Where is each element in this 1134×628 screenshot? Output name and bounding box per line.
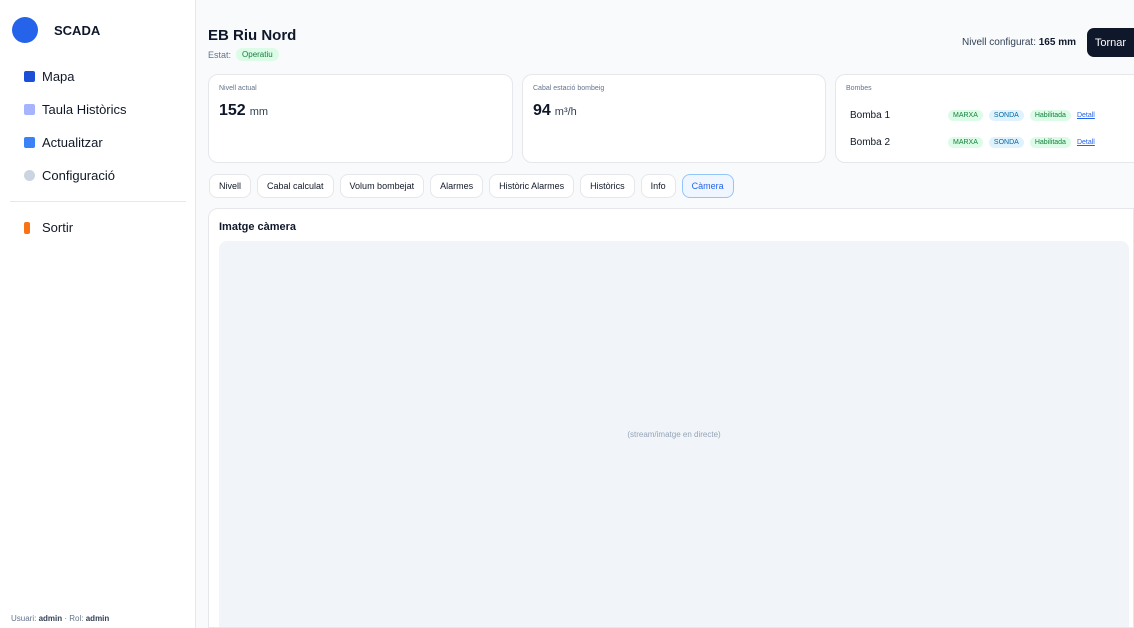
sidebar: SCADA Mapa Taula Històrics Actualitzar C… — [0, 0, 196, 628]
nivell-value: 152 — [219, 102, 246, 119]
sonda-badge: SONDA — [988, 109, 1024, 121]
page-title: EB Riu Nord — [208, 27, 297, 44]
cabal-unit: m³/h — [554, 106, 577, 118]
tab-volum-bombejat[interactable]: Volum bombejat — [339, 174, 425, 198]
sidebar-item-configuracio[interactable]: Configuració — [0, 159, 196, 192]
habilitada-badge: Habilitada — [1029, 136, 1071, 148]
sidebar-item-label: Taula Històrics — [42, 102, 127, 117]
marxa-badge: MARXA — [948, 136, 983, 148]
cabal-value-wrap: 94 m³/h — [533, 102, 577, 120]
marxa-badge: MARXA — [948, 109, 983, 121]
bombes-label: Bombes — [846, 85, 872, 92]
nivell-value-wrap: 152 mm — [219, 102, 268, 120]
stream-placeholder: (stream/imatge en directe) — [627, 429, 721, 439]
sonda-badge: SONDA — [988, 136, 1024, 148]
user-role: admin — [85, 614, 110, 623]
status-badge: Operatiu — [236, 48, 279, 61]
nivell-card: Nivell actual 152 mm — [208, 74, 513, 163]
bombes-card: Bombes Bomba 1 MARXA SONDA Habilitada De… — [835, 74, 1134, 163]
tornar-button[interactable]: Tornar — [1087, 28, 1134, 57]
sidebar-divider — [10, 201, 186, 202]
sidebar-nav: Mapa Taula Històrics Actualitzar Configu… — [0, 60, 196, 244]
camera-stream[interactable]: (stream/imatge en directe) — [219, 241, 1129, 627]
status-label: Estat: — [208, 49, 232, 60]
tab-cabal-calculat[interactable]: Cabal calculat — [257, 174, 334, 198]
detall-link[interactable]: Detall — [1077, 139, 1095, 146]
pump-row: Bomba 1 MARXA SONDA Habilitada Detall — [850, 107, 1128, 123]
user-prefix: Usuari: — [11, 614, 37, 623]
configured-level-label: Nivell configurat: — [962, 37, 1036, 48]
configured-level-value: 165 mm — [1038, 37, 1076, 48]
map-icon — [24, 71, 35, 82]
exit-icon — [24, 221, 30, 234]
pump-row: Bomba 2 MARXA SONDA Habilitada Detall — [850, 134, 1128, 150]
role-prefix: · Rol: — [64, 614, 84, 623]
tab-camera[interactable]: Càmera — [681, 174, 734, 198]
cabal-label: Cabal estació bombeig — [533, 85, 605, 92]
brand[interactable]: SCADA — [12, 17, 100, 43]
habilitada-badge: Habilitada — [1029, 109, 1071, 121]
sidebar-item-label: Actualitzar — [42, 135, 103, 150]
gear-icon — [24, 170, 35, 181]
tab-alarmes[interactable]: Alarmes — [430, 174, 484, 198]
brand-name: SCADA — [54, 22, 101, 38]
tab-nivell[interactable]: Nivell — [209, 174, 252, 198]
nivell-label: Nivell actual — [219, 85, 257, 92]
sidebar-item-actualitzar[interactable]: Actualitzar — [0, 126, 196, 159]
sidebar-item-label: Sortir — [42, 220, 74, 235]
pump-name: Bomba 1 — [850, 109, 891, 121]
refresh-icon — [24, 137, 35, 148]
configured-level: Nivell configurat: 165 mm — [962, 37, 1076, 48]
camera-title: Imatge càmera — [219, 221, 297, 233]
nivell-unit: mm — [249, 106, 269, 118]
sidebar-item-label: Configuració — [42, 168, 115, 183]
page-header: EB Riu Nord Estat: Operatiu Nivell confi… — [196, 0, 1134, 72]
cabal-value: 94 — [533, 102, 551, 119]
brand-logo — [12, 17, 38, 43]
tab-historics[interactable]: Històrics — [580, 174, 635, 198]
pump-name: Bomba 2 — [850, 136, 891, 148]
user-name: admin — [38, 614, 63, 623]
sidebar-item-label: Mapa — [42, 69, 75, 84]
cabal-card: Cabal estació bombeig 94 m³/h — [522, 74, 826, 163]
sidebar-item-taula-historics[interactable]: Taula Històrics — [0, 93, 196, 126]
user-info: Usuari: admin · Rol: admin — [11, 614, 109, 623]
camera-panel: Imatge càmera (stream/imatge en directe) — [208, 208, 1134, 628]
status-row: Estat: Operatiu — [208, 48, 279, 61]
chart-icon — [24, 104, 35, 115]
tab-historic-alarmes[interactable]: Històric Alarmes — [489, 174, 575, 198]
tab-bar: Nivell Cabal calculat Volum bombejat Ala… — [209, 174, 740, 198]
sidebar-item-sortir[interactable]: Sortir — [0, 211, 196, 244]
tab-info[interactable]: Info — [640, 174, 676, 198]
detall-link[interactable]: Detall — [1077, 112, 1095, 119]
sidebar-item-mapa[interactable]: Mapa — [0, 60, 196, 93]
